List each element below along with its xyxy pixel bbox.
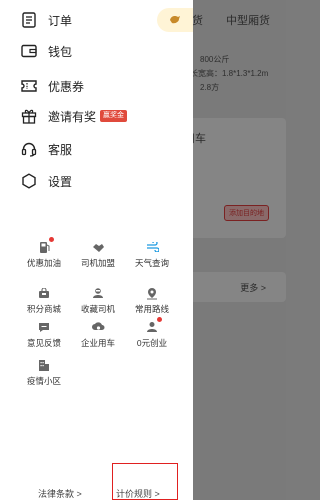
menu-label: 设置	[48, 174, 73, 189]
highlight-box	[112, 463, 178, 500]
tab-truck[interactable]: 货	[192, 12, 203, 28]
grid-item-fuel[interactable]: 优惠加油	[18, 237, 70, 276]
route-icon	[145, 286, 159, 300]
handshake-icon	[91, 240, 105, 254]
grid-label: 优惠加油	[26, 258, 61, 268]
grid-label: 0元创业	[136, 338, 168, 348]
grid-item-zero-startup[interactable]: 0元创业	[126, 317, 178, 356]
enterprise-icon	[91, 320, 105, 334]
menu-item-customer-service[interactable]: 客服	[20, 138, 72, 160]
grid-label: 疫情小区	[26, 376, 61, 386]
settings-icon	[20, 172, 38, 190]
add-destination-button[interactable]: 添加目的地	[224, 205, 269, 221]
grid-label: 积分商城	[26, 304, 61, 314]
tab-medium-van[interactable]: 中型厢货	[226, 12, 270, 28]
grid-item-weather[interactable]: 天气查询	[126, 240, 178, 276]
grid-item-favorite-driver[interactable]: 收藏司机	[72, 286, 124, 322]
order-icon	[20, 11, 38, 29]
legal-terms-link[interactable]: 法律条款 >	[38, 487, 82, 500]
grid-label: 天气查询	[134, 258, 169, 268]
menu-item-coupons[interactable]: 优惠券	[20, 75, 84, 97]
grid-label: 企业用车	[80, 338, 115, 348]
bird-icon	[169, 14, 181, 28]
weather-icon	[145, 240, 159, 254]
fuel-icon	[37, 237, 54, 254]
grid-item-enterprise[interactable]: 企业用车	[72, 320, 124, 356]
menu-label: 客服	[48, 142, 73, 157]
grid-item-points-mall[interactable]: 积分商城	[18, 286, 70, 322]
spec-weight: 800公斤	[200, 55, 230, 64]
grid-label: 司机加盟	[80, 258, 115, 268]
menu-label: 订单	[48, 13, 73, 28]
coupon-icon	[20, 77, 38, 95]
notification-dot	[157, 317, 162, 322]
menu-label: 优惠券	[48, 79, 85, 94]
reward-badge: 赢奖金	[100, 110, 128, 122]
grid-item-driver-join[interactable]: 司机加盟	[72, 240, 124, 276]
wallet-icon	[20, 42, 38, 60]
headset-icon	[20, 140, 38, 158]
grid-label: 收藏司机	[80, 304, 115, 314]
favorite-driver-icon	[91, 286, 105, 300]
grid-item-frequent-routes[interactable]: 常用路线	[126, 286, 178, 322]
community-icon	[37, 358, 51, 372]
vehicle-tabs: 货 中型厢货	[178, 8, 286, 32]
menu-item-invite[interactable]: 邀请有奖 赢奖金	[20, 105, 128, 127]
menu-item-orders[interactable]: 订单	[20, 9, 72, 31]
feedback-icon	[37, 320, 51, 334]
grid-item-community[interactable]: 疫情小区	[18, 358, 70, 394]
grid-label: 意见反馈	[26, 338, 61, 348]
spec-dimensions: 长宽高：1.8*1.3*1.2m	[190, 69, 269, 78]
startup-icon	[145, 317, 162, 334]
menu-label: 钱包	[48, 44, 73, 59]
menu-item-settings[interactable]: 设置	[20, 170, 72, 192]
points-mall-icon	[37, 286, 51, 300]
side-drawer: 订单 钱包 优惠券 邀请有奖 赢奖金 客服 设置 优惠加油 司机加盟 天气查询 …	[0, 0, 193, 500]
spec-volume: 2.8方	[200, 83, 220, 92]
notification-dot	[49, 237, 54, 242]
grid-label: 常用路线	[134, 304, 169, 314]
more-link[interactable]: 更多 >	[240, 281, 266, 294]
menu-item-wallet[interactable]: 钱包	[20, 40, 72, 62]
grid-item-feedback[interactable]: 意见反馈	[18, 320, 70, 356]
gift-icon	[20, 107, 38, 125]
menu-label: 邀请有奖	[48, 109, 97, 124]
drawer-edge-chip[interactable]	[157, 8, 193, 32]
